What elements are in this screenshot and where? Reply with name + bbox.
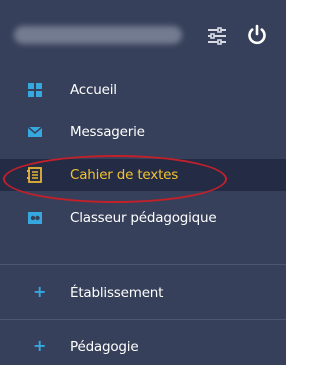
binder-icon <box>28 212 42 224</box>
nav-item-label: Classeur pédagogique <box>70 210 217 226</box>
nav-section-etablissement[interactable]: + Établissement <box>0 277 286 309</box>
user-bar <box>0 0 286 66</box>
nav-item-accueil[interactable]: Accueil <box>0 74 286 106</box>
side-navigation: Accueil Messagerie Cahier de textes Clas… <box>0 0 286 365</box>
notebook-icon <box>27 167 42 183</box>
grid-icon <box>28 83 42 97</box>
frame-edge <box>286 0 292 365</box>
nav-item-classeur-pedagogique[interactable]: Classeur pédagogique <box>0 202 286 234</box>
plus-icon: + <box>33 336 47 355</box>
nav-item-messagerie[interactable]: Messagerie <box>0 116 286 148</box>
sliders-icon[interactable] <box>206 27 228 45</box>
envelope-icon <box>27 126 43 137</box>
nav-item-label: Messagerie <box>70 124 145 140</box>
divider <box>0 264 286 265</box>
nav-item-label: Cahier de textes <box>70 167 179 183</box>
username-blurred <box>14 26 182 44</box>
nav-section-pedagogie[interactable]: + Pédagogie <box>0 331 286 363</box>
nav-section-label: Pédagogie <box>70 339 139 355</box>
nav-item-cahier-de-textes[interactable]: Cahier de textes <box>0 159 286 191</box>
plus-icon: + <box>33 282 47 301</box>
nav-item-label: Accueil <box>70 82 117 98</box>
divider <box>0 319 286 320</box>
power-icon[interactable] <box>246 24 268 46</box>
nav-section-label: Établissement <box>70 285 164 301</box>
